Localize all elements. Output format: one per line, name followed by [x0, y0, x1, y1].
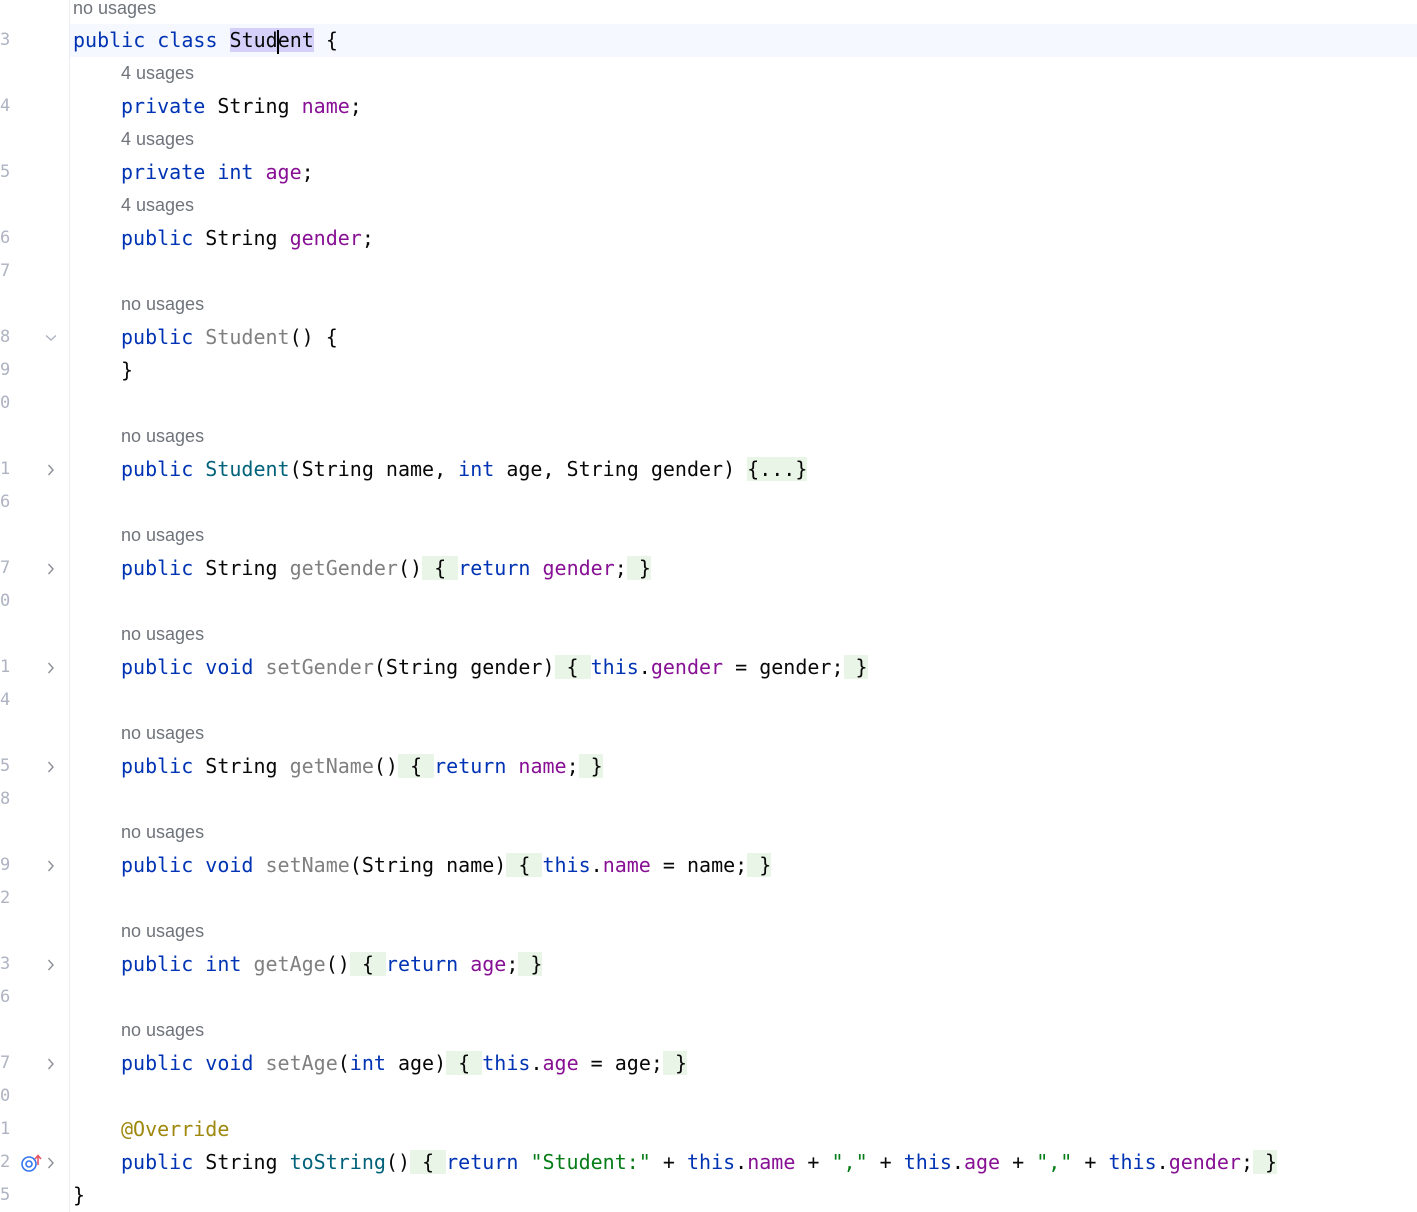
- folded-region[interactable]: {: [554, 655, 591, 679]
- code-line-to-string[interactable]: public String toString() { return "Stude…: [121, 1146, 1278, 1179]
- line-number[interactable]: 2: [0, 882, 20, 915]
- line-number[interactable]: 1: [0, 651, 20, 684]
- chevron-right-icon[interactable]: [44, 1146, 58, 1179]
- folded-region[interactable]: {: [410, 1150, 447, 1174]
- editor-gutter[interactable]: 3 4 5 6 7 8 9 0 1 6 7 0 1 4 5 8 9 2 3 6 …: [0, 0, 70, 1212]
- line-number[interactable]: 3: [0, 24, 20, 57]
- line-number[interactable]: 6: [0, 486, 20, 519]
- usages-hint[interactable]: 4 usages: [121, 57, 194, 90]
- folded-region[interactable]: }: [1252, 1150, 1278, 1174]
- line-number[interactable]: 9: [0, 849, 20, 882]
- code-line-set-age[interactable]: public void setAge(int age) { this.age =…: [121, 1047, 687, 1080]
- chevron-right-icon[interactable]: [44, 948, 58, 981]
- usages-hint[interactable]: no usages: [121, 288, 204, 321]
- line-number[interactable]: 8: [0, 783, 20, 816]
- code-line-class-decl[interactable]: public class Student {: [73, 24, 338, 57]
- folded-region[interactable]: {: [349, 952, 386, 976]
- line-number[interactable]: 4: [0, 684, 20, 717]
- code-line-set-gender[interactable]: public void setGender(String gender) { t…: [121, 651, 868, 684]
- code-line-field-gender[interactable]: public String gender;: [121, 222, 374, 255]
- line-number[interactable]: 5: [0, 156, 20, 189]
- usages-hint[interactable]: no usages: [121, 519, 204, 552]
- line-number[interactable]: 5: [0, 1179, 20, 1212]
- folded-region[interactable]: {: [397, 754, 435, 778]
- usages-hint[interactable]: no usages: [121, 1014, 204, 1047]
- folded-region[interactable]: }: [747, 853, 772, 877]
- code-line-set-name[interactable]: public void setName(String name) { this.…: [121, 849, 772, 882]
- folded-region[interactable]: }: [518, 952, 543, 976]
- line-number[interactable]: 7: [0, 1047, 20, 1080]
- line-number[interactable]: 6: [0, 981, 20, 1014]
- class-name-selection[interactable]: Student: [229, 28, 314, 54]
- folded-region[interactable]: }: [626, 556, 651, 580]
- chevron-right-icon[interactable]: [44, 1047, 58, 1080]
- line-number[interactable]: 3: [0, 948, 20, 981]
- usages-hint[interactable]: 4 usages: [121, 123, 194, 156]
- usages-hint[interactable]: no usages: [121, 915, 204, 948]
- line-number[interactable]: 5: [0, 750, 20, 783]
- folded-region[interactable]: }: [843, 655, 868, 679]
- usages-hint[interactable]: no usages: [121, 420, 204, 453]
- usages-hint[interactable]: no usages: [121, 816, 204, 849]
- code-line-get-age[interactable]: public int getAge() { return age; }: [121, 948, 543, 981]
- line-number[interactable]: 7: [0, 552, 20, 585]
- line-number[interactable]: 0: [0, 585, 20, 618]
- line-number[interactable]: 0: [0, 387, 20, 420]
- folded-region[interactable]: }: [578, 754, 603, 778]
- code-line-field-age[interactable]: private int age;: [121, 156, 314, 189]
- line-number[interactable]: 9: [0, 354, 20, 387]
- usages-hint[interactable]: no usages: [121, 618, 204, 651]
- line-number[interactable]: 7: [0, 255, 20, 288]
- code-line-get-gender[interactable]: public String getGender() { return gende…: [121, 552, 651, 585]
- code-line-class-close[interactable]: }: [73, 1179, 85, 1212]
- chevron-right-icon[interactable]: [44, 849, 58, 882]
- folded-region[interactable]: {: [506, 853, 543, 877]
- folded-region[interactable]: }: [662, 1051, 687, 1075]
- code-line-close-brace[interactable]: }: [121, 354, 133, 387]
- folded-region[interactable]: {: [446, 1051, 483, 1075]
- line-number[interactable]: 1: [0, 1113, 20, 1146]
- override-method-icon[interactable]: [20, 1146, 42, 1179]
- chevron-right-icon[interactable]: [44, 453, 58, 486]
- code-line-get-name[interactable]: public String getName() { return name; }: [121, 750, 603, 783]
- line-number[interactable]: 4: [0, 90, 20, 123]
- code-line-override-annotation[interactable]: @Override: [121, 1113, 229, 1146]
- chevron-right-icon[interactable]: [44, 651, 58, 684]
- line-number[interactable]: 8: [0, 321, 20, 354]
- line-number[interactable]: 2: [0, 1146, 20, 1179]
- code-line-default-constructor[interactable]: public Student() {: [121, 321, 338, 354]
- chevron-down-icon[interactable]: [44, 321, 58, 354]
- usages-hint[interactable]: no usages: [73, 0, 156, 25]
- line-number[interactable]: 0: [0, 1080, 20, 1113]
- line-number[interactable]: 6: [0, 222, 20, 255]
- chevron-right-icon[interactable]: [44, 750, 58, 783]
- line-number[interactable]: 1: [0, 453, 20, 486]
- usages-hint[interactable]: 4 usages: [121, 189, 194, 222]
- code-line-full-constructor[interactable]: public Student(String name, int age, Str…: [121, 453, 808, 486]
- folded-region[interactable]: {...}: [747, 457, 808, 481]
- usages-hint[interactable]: no usages: [121, 717, 204, 750]
- chevron-right-icon[interactable]: [44, 552, 58, 585]
- code-line-field-name[interactable]: private String name;: [121, 90, 362, 123]
- folded-region[interactable]: {: [422, 556, 459, 580]
